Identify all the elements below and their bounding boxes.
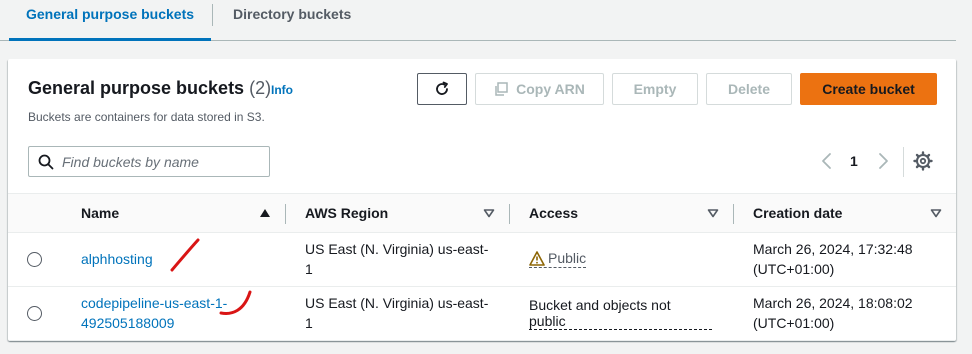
column-divider (733, 204, 734, 224)
row-select-radio[interactable] (27, 252, 42, 267)
copy-arn-label: Copy ARN (516, 81, 585, 97)
caret-down-icon[interactable] (483, 208, 495, 218)
copy-icon (495, 82, 508, 96)
gear-icon[interactable] (913, 151, 933, 171)
bucket-name-link[interactable]: alphhosting (81, 249, 153, 269)
caret-up-icon[interactable] (259, 208, 271, 218)
search-input[interactable] (62, 153, 262, 170)
creation-date-cell: March 26, 2024, 18:08:02 (UTC+01:00) (753, 293, 913, 333)
refresh-icon (436, 81, 448, 95)
create-bucket-button[interactable]: Create bucket (800, 73, 937, 105)
panel-title: General purpose buckets (2) (28, 78, 271, 99)
buckets-table: Name AWS Region Access Creation date alp… (8, 193, 956, 341)
column-divider (285, 204, 286, 224)
annotation-mark (170, 238, 200, 272)
panel-description: Buckets are containers for data stored i… (28, 110, 265, 124)
search-icon (38, 154, 54, 169)
access-text-line2: public (529, 313, 712, 330)
current-page-number[interactable]: 1 (850, 153, 858, 169)
region-text-line2: 1 (305, 315, 313, 331)
delete-button[interactable]: Delete (706, 73, 792, 105)
creation-date-line1: March 26, 2024, 18:08:02 (753, 295, 913, 311)
tab-general-purpose-buckets[interactable]: General purpose buckets (9, 0, 211, 41)
info-link[interactable]: Info (271, 83, 293, 97)
panel-title-text: General purpose buckets (28, 78, 245, 98)
access-label: Public (548, 250, 587, 266)
region-text-line1: US East (N. Virginia) us-east- (305, 241, 489, 257)
pager-divider (903, 147, 904, 177)
column-header-creation-date[interactable]: Creation date (753, 194, 842, 232)
region-text-line2: 1 (305, 261, 313, 277)
creation-date-line2: (UTC+01:00) (753, 261, 835, 277)
table-header: Name AWS Region Access Creation date (8, 193, 956, 233)
annotation-mark (219, 290, 252, 315)
creation-date-cell: March 26, 2024, 17:32:48 (UTC+01:00) (753, 239, 913, 279)
access-status[interactable]: Public (529, 249, 587, 268)
access-cell: Public (529, 249, 587, 271)
caret-down-icon[interactable] (930, 208, 942, 218)
access-cell[interactable]: Bucket and objects not public (529, 297, 712, 330)
bucket-count: (2) (249, 78, 272, 98)
region-cell: US East (N. Virginia) us-east- 1 (305, 293, 488, 333)
column-header-name[interactable]: Name (81, 194, 119, 232)
tab-directory-buckets[interactable]: Directory buckets (233, 0, 351, 40)
search-field[interactable] (28, 146, 270, 177)
table-row: alphhosting US East (N. Virginia) us-eas… (8, 233, 956, 287)
caret-down-icon[interactable] (707, 208, 719, 218)
access-text-line1: Bucket and objects not (529, 297, 671, 313)
column-divider (509, 204, 510, 224)
bucket-name-line1: codepipeline-us-east-1- (81, 295, 228, 311)
empty-button[interactable]: Empty (612, 73, 698, 105)
chevron-right-icon[interactable] (876, 152, 890, 170)
region-text-line1: US East (N. Virginia) us-east- (305, 295, 489, 311)
tab-divider (212, 4, 213, 26)
bucket-type-tabs: General purpose buckets Directory bucket… (0, 0, 956, 41)
refresh-button[interactable] (417, 73, 467, 105)
copy-arn-button[interactable]: Copy ARN (475, 73, 604, 105)
warning-icon (529, 250, 545, 266)
row-select-radio[interactable] (27, 306, 42, 321)
bucket-name-line2: 492505188009 (81, 315, 175, 331)
region-cell: US East (N. Virginia) us-east- 1 (305, 239, 488, 279)
column-header-region[interactable]: AWS Region (305, 194, 388, 232)
table-row: codepipeline-us-east-1- 492505188009 US … (8, 287, 956, 341)
buckets-panel: General purpose buckets (2) Info Buckets… (8, 59, 956, 341)
bucket-name-link[interactable]: codepipeline-us-east-1- 492505188009 (81, 293, 227, 333)
column-header-access[interactable]: Access (529, 194, 578, 232)
chevron-left-icon[interactable] (820, 152, 834, 170)
creation-date-line2: (UTC+01:00) (753, 315, 835, 331)
creation-date-line1: March 26, 2024, 17:32:48 (753, 241, 913, 257)
